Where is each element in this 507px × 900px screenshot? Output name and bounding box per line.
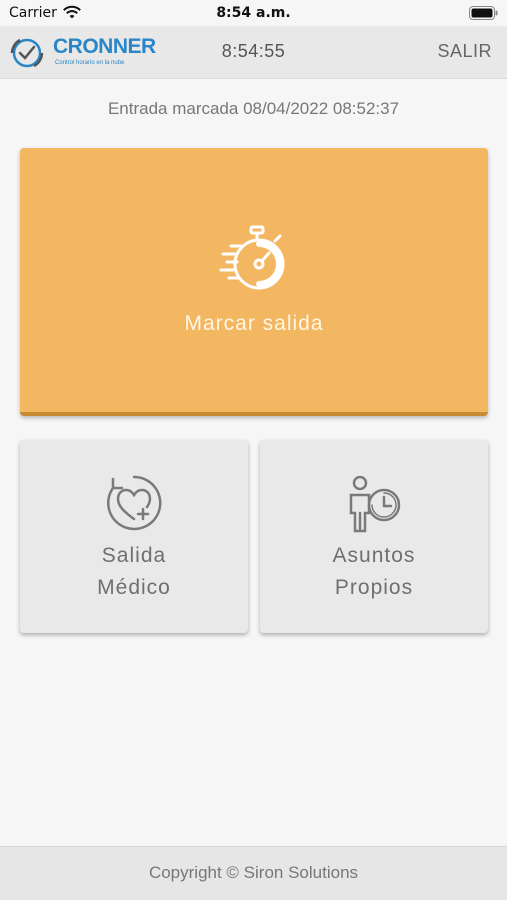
status-time: 8:54 a.m. <box>216 5 291 21</box>
medical-exit-label: Salida Médico <box>20 540 248 604</box>
heart-medical-icon <box>107 475 162 531</box>
person-clock-icon <box>349 475 401 533</box>
personal-matters-button[interactable]: Asuntos Propios <box>260 440 488 633</box>
app-header: CRONNER Control horario en la nube 8:54:… <box>0 26 507 79</box>
personal-matters-label: Asuntos Propios <box>260 540 488 604</box>
status-bar: Carrier 8:54 a.m. <box>0 0 507 26</box>
personal-matters-line2: Propios <box>334 576 414 599</box>
personal-matters-line1: Asuntos <box>332 544 416 567</box>
entry-info-text: Entrada marcada 08/04/2022 08:52:37 <box>107 99 400 118</box>
stopwatch-icon <box>219 225 285 290</box>
medical-exit-line2: Médico <box>97 576 171 599</box>
battery-icon <box>469 6 498 20</box>
logout-button[interactable]: SALIR <box>437 41 492 62</box>
medical-exit-line1: Salida <box>101 544 167 567</box>
footer: Copyright © Siron Solutions <box>0 846 507 900</box>
header-clock: 8:54:55 <box>221 41 286 61</box>
copyright-text: Copyright © Siron Solutions <box>148 863 359 882</box>
clock-out-button[interactable]: Marcar salida <box>20 148 488 416</box>
clock-out-label: Marcar salida <box>184 312 324 335</box>
medical-exit-button[interactable]: Salida Médico <box>20 440 248 633</box>
